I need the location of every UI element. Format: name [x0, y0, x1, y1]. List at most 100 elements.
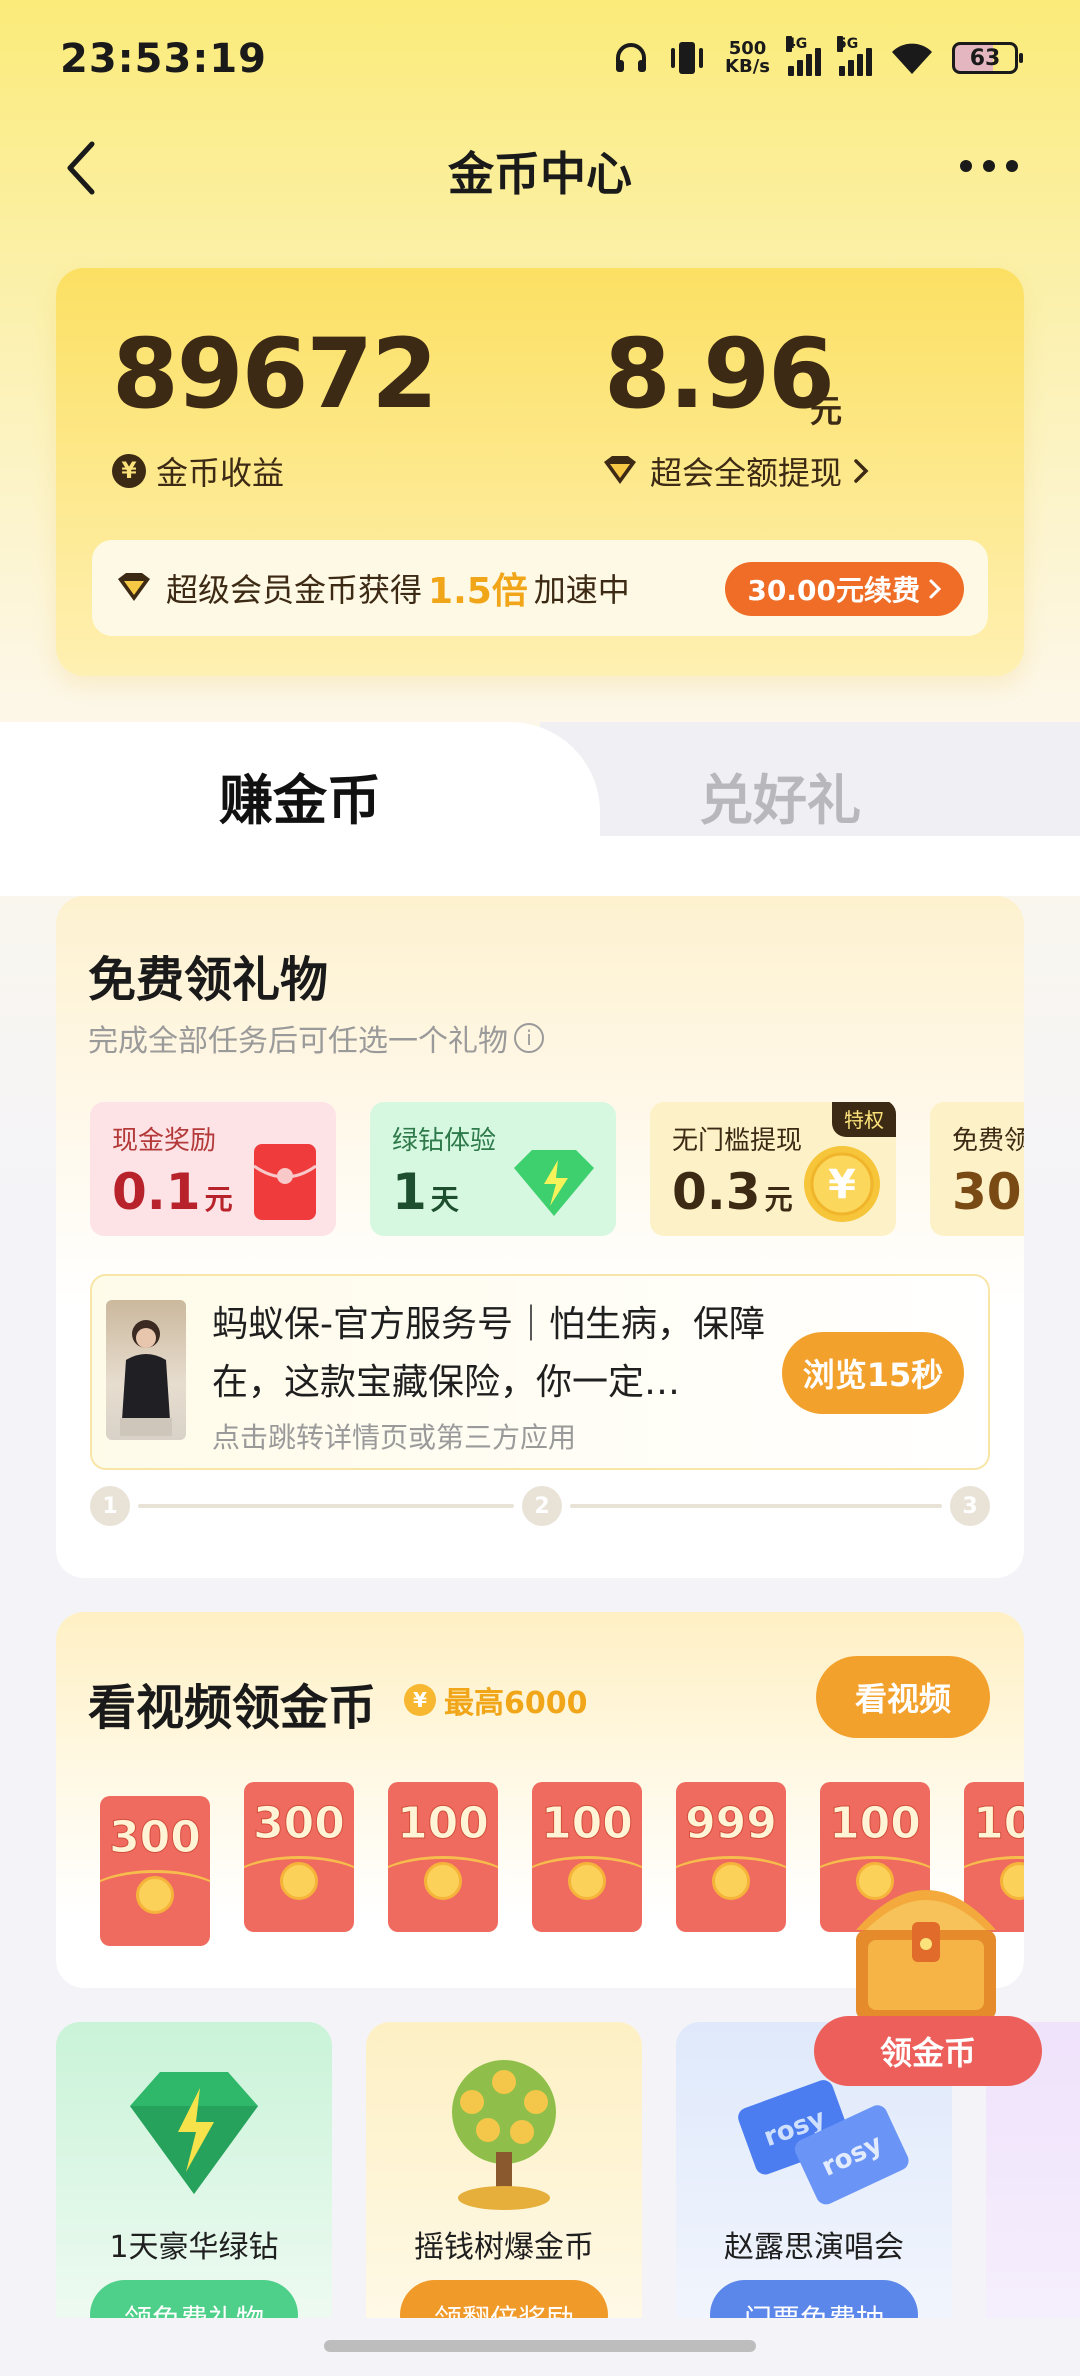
status-time: 23:53:19	[60, 36, 267, 82]
red-envelope[interactable]: 100	[532, 1782, 642, 1932]
free-gift-subtitle: 完成全部任务后可任选一个礼物 i	[88, 1016, 544, 1060]
treasure-chest-icon[interactable]	[846, 1860, 1006, 2030]
svg-text:¥: ¥	[828, 1162, 856, 1208]
gift-value-number: 1	[392, 1163, 427, 1221]
envelope-coin-icon	[280, 1862, 318, 1900]
sim2-tag: 5G	[837, 36, 859, 52]
promo-suffix: 加速中	[533, 571, 630, 609]
bottom-card-label: 1天豪华绿钻	[109, 2230, 279, 2265]
renew-label: 30.00元续费	[747, 574, 920, 607]
coin-income-label: 金币收益	[156, 454, 285, 492]
step-line	[570, 1504, 942, 1508]
net-speed-unit: KB/s	[725, 56, 770, 77]
red-envelope[interactable]: 100	[388, 1782, 498, 1932]
bottom-card-money-tree[interactable]: 摇钱树爆金币 领翻倍奖励	[366, 2022, 642, 2352]
gift-value-unit: 天	[430, 1183, 459, 1216]
envelope-coin-icon	[136, 1876, 174, 1914]
coin-income-link[interactable]: ¥ 金币收益	[112, 448, 284, 494]
tab-earn-coins[interactable]: 赚金币	[0, 756, 600, 835]
envelope-amount: 999	[685, 1798, 778, 1850]
headphone-icon	[616, 43, 647, 72]
envelope-amount: 300	[109, 1812, 202, 1864]
vibrate-icon	[671, 42, 704, 74]
info-icon[interactable]: i	[514, 1023, 544, 1053]
withdraw-label: 超会全额提现	[650, 454, 843, 492]
ad-thumbnail	[106, 1300, 186, 1440]
more-dot-icon	[983, 160, 995, 172]
yen-coin-icon: ¥	[404, 1684, 436, 1716]
gift-label: 免费领	[952, 1126, 1024, 1156]
signal-icon-sim2: 5G	[837, 36, 872, 76]
bottom-card-green-diamond[interactable]: 1天豪华绿钻 领免费礼物	[56, 2022, 332, 2352]
step-line	[138, 1504, 514, 1508]
gift-value-number: 300	[952, 1163, 1024, 1221]
withdraw-link[interactable]: 超会全额提现	[600, 448, 870, 494]
gift-option-withdraw[interactable]: 特权 无门槛提现 0.3 元 ¥	[650, 1102, 896, 1236]
video-max-reward: ¥ 最高6000	[404, 1678, 588, 1722]
promo-multiplier: 1.5倍	[428, 571, 528, 612]
coin-balance: 89672	[112, 318, 438, 430]
gift-option-green-diamond[interactable]: 绿钻体验 1 天	[370, 1102, 616, 1236]
bottom-card-label: 赵露思演唱会	[724, 2230, 904, 2265]
free-gift-subtitle-text: 完成全部任务后可任选一个礼物	[88, 1024, 508, 1059]
step-2: 2	[522, 1486, 562, 1526]
privilege-badge: 特权	[832, 1102, 896, 1137]
ad-subtext: 点击跳转详情页或第三方应用	[212, 1421, 577, 1454]
vip-promo-bar: 超级会员金币获得 1.5倍 加速中 30.00元续费	[92, 540, 988, 636]
red-envelope[interactable]: 999	[676, 1782, 786, 1932]
balance-card: 89672 ¥ 金币收益 8.96 元 超会全额提现 超级会员金币获得 1.5倍…	[56, 268, 1024, 676]
red-envelope-icon	[254, 1144, 316, 1220]
envelope-amount: 100	[397, 1798, 490, 1850]
gift-value-unit: 元	[204, 1183, 233, 1216]
envelope-amount: 100	[973, 1798, 1024, 1850]
vip-diamond-icon	[118, 573, 150, 601]
chevron-right-icon	[854, 459, 869, 483]
free-gift-card: 免费领礼物 完成全部任务后可任选一个礼物 i 现金奖励 0.1 元 绿钻体验 1…	[56, 896, 1024, 1578]
net-speed: 500 KB/s	[725, 40, 770, 76]
gift-value-unit: 元	[764, 1183, 793, 1216]
envelope-coin-icon	[424, 1862, 462, 1900]
envelope-amount: 300	[253, 1798, 346, 1850]
money-tree-icon	[452, 2060, 556, 2210]
step-3: 3	[950, 1486, 990, 1526]
ad-task-box[interactable]: 蚂蚁保-官方服务号｜怕生病，保障在，这款宝藏保险，你一定… 点击跳转详情页或第三…	[90, 1274, 990, 1470]
renew-button[interactable]: 30.00元续费	[725, 562, 964, 616]
sim1-tag: 4G	[786, 36, 808, 52]
chevron-right-icon	[929, 579, 942, 599]
home-indicator[interactable]	[324, 2340, 756, 2352]
task-progress: 1 2 3	[90, 1486, 990, 1526]
green-diamond-icon	[130, 2072, 258, 2194]
gift-value-number: 0.1	[112, 1163, 201, 1221]
envelope-coin-icon	[568, 1862, 606, 1900]
gift-option-cash[interactable]: 现金奖励 0.1 元	[90, 1102, 336, 1236]
red-envelope[interactable]: 300	[100, 1796, 210, 1946]
envelope-coin-icon	[712, 1862, 750, 1900]
browse-15s-button[interactable]: 浏览15秒	[782, 1332, 964, 1414]
video-card-title: 看视频领金币	[88, 1680, 377, 1736]
gift-value-number: 0.3	[672, 1163, 761, 1221]
yen-coin-icon: ¥	[112, 454, 146, 488]
more-dot-icon	[1006, 160, 1018, 172]
step-1: 1	[90, 1486, 130, 1526]
gift-option-free[interactable]: 免费领 300	[930, 1102, 1024, 1236]
battery-level: 63	[969, 45, 1001, 71]
free-gift-title: 免费领礼物	[88, 952, 329, 1008]
gold-coin-icon: ¥	[804, 1146, 880, 1222]
envelope-amount: 100	[541, 1798, 634, 1850]
more-options-button[interactable]	[960, 160, 1018, 172]
page-title: 金币中心	[448, 147, 632, 201]
claim-coins-float-button[interactable]: 领金币	[814, 2016, 1042, 2086]
video-max-label: 最高6000	[444, 1686, 588, 1721]
cash-balance: 8.96	[604, 318, 835, 430]
tab-redeem-gifts[interactable]: 兑好礼	[600, 756, 960, 835]
cash-unit: 元	[810, 392, 843, 430]
watch-video-button[interactable]: 看视频	[816, 1656, 990, 1738]
bottom-card-label: 摇钱树爆金币	[414, 2230, 594, 2265]
red-envelope[interactable]: 300	[244, 1782, 354, 1932]
wifi-icon	[892, 43, 932, 74]
green-diamond-icon	[514, 1150, 594, 1216]
tab-content-bg	[0, 836, 1080, 896]
vip-diamond-icon	[604, 456, 636, 484]
gift-value: 300	[952, 1163, 1024, 1221]
status-icons: 500 KB/s 4G 5G 63	[613, 36, 1023, 76]
